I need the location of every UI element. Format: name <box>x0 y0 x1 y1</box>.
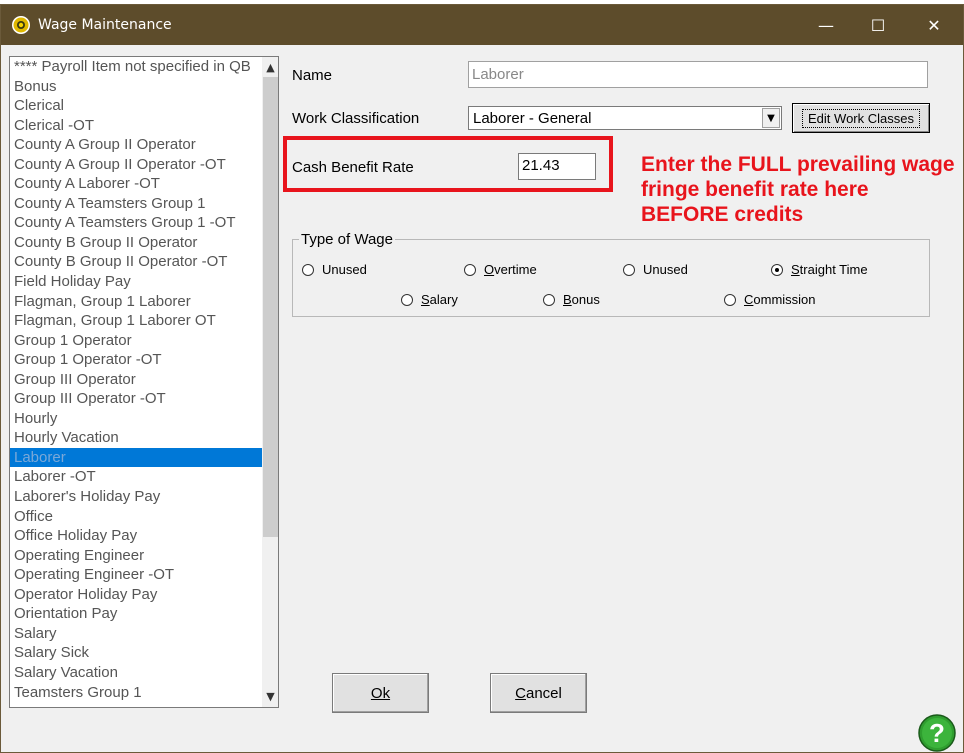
radio-circle <box>623 263 635 276</box>
radio-circle <box>724 293 736 306</box>
chevron-down-icon[interactable]: ▼ <box>762 108 780 128</box>
radio-label: Unused <box>322 262 367 277</box>
list-item[interactable]: Bonus <box>10 77 262 97</box>
list-item[interactable]: Salary Sick <box>10 643 262 663</box>
radio-overtime[interactable]: Overtime <box>464 262 537 277</box>
cash-benefit-rate-field[interactable]: 21.43 <box>518 153 596 180</box>
type-of-wage-group <box>292 239 930 317</box>
list-item[interactable]: **** Payroll Item not specified in QB <box>10 57 262 77</box>
list-item[interactable]: County A Laborer -OT <box>10 174 262 194</box>
list-item[interactable]: Group 1 Operator -OT <box>10 350 262 370</box>
radio-commission[interactable]: Commission <box>724 292 816 307</box>
payroll-item-list[interactable]: **** Payroll Item not specified in QB Bon… <box>9 56 279 708</box>
maximize-button[interactable]: ☐ <box>853 5 903 45</box>
radio-salary[interactable]: Salary <box>401 292 458 307</box>
window-title: Wage Maintenance <box>38 17 172 33</box>
list-item[interactable]: County A Teamsters Group 1 -OT <box>10 213 262 233</box>
radio-label: Unused <box>643 262 688 277</box>
list-item[interactable]: Salary <box>10 624 262 644</box>
edit-work-classes-label: Edit Work Classes <box>802 108 920 128</box>
list-item[interactable]: Field Holiday Pay <box>10 272 262 292</box>
help-question-icon[interactable]: ? <box>917 713 957 753</box>
scroll-up-icon[interactable]: ▲ <box>262 59 278 76</box>
list-item[interactable]: Laborer <box>10 447 262 468</box>
list-item[interactable]: Laborer's Holiday Pay <box>10 487 262 507</box>
list-item[interactable]: Hourly <box>10 409 262 429</box>
minimize-button[interactable]: — <box>801 5 851 45</box>
list-item[interactable]: Operating Engineer -OT <box>10 565 262 585</box>
radio-label: Salary <box>421 292 458 307</box>
list-item[interactable]: County A Group II Operator <box>10 135 262 155</box>
list-item[interactable]: Clerical -OT <box>10 116 262 136</box>
cash-benefit-rate-label: Cash Benefit Rate <box>292 159 414 176</box>
list-item[interactable]: Office Holiday Pay <box>10 526 262 546</box>
sun-icon <box>12 16 30 34</box>
list-item[interactable]: Group 1 Operator <box>10 331 262 351</box>
list-item[interactable]: Laborer -OT <box>10 467 262 487</box>
ok-button[interactable]: Ok <box>332 673 429 713</box>
radio-label: Bonus <box>563 292 600 307</box>
wage-maintenance-window: Wage Maintenance — ☐ ✕ **** Payroll Item… <box>0 4 964 753</box>
type-of-wage-title: Type of Wage <box>299 231 395 248</box>
list-item[interactable]: Group III Operator -OT <box>10 389 262 409</box>
list-items-container: **** Payroll Item not specified in QB Bon… <box>10 57 262 702</box>
svg-text:?: ? <box>929 718 945 748</box>
work-classification-label: Work Classification <box>292 110 420 127</box>
cancel-button[interactable]: Cancel <box>490 673 587 713</box>
radio-label: Straight Time <box>791 262 868 277</box>
name-field[interactable]: Laborer <box>468 61 928 88</box>
close-button[interactable]: ✕ <box>909 5 959 45</box>
cancel-label: Cancel <box>515 684 562 702</box>
list-item[interactable]: County B Group II Operator <box>10 233 262 253</box>
radio-circle <box>543 293 555 306</box>
radio-unused-2[interactable]: Unused <box>623 262 688 277</box>
radio-label: Overtime <box>484 262 537 277</box>
ok-label: Ok <box>370 684 391 702</box>
list-item[interactable]: County A Group II Operator -OT <box>10 155 262 175</box>
work-classification-value: Laborer - General <box>473 110 592 127</box>
radio-bonus[interactable]: Bonus <box>543 292 600 307</box>
list-item[interactable]: Office <box>10 507 262 527</box>
list-item[interactable]: Flagman, Group 1 Laborer OT <box>10 311 262 331</box>
list-item[interactable]: Salary Vacation <box>10 663 262 683</box>
radio-circle <box>401 293 413 306</box>
radio-circle <box>302 263 314 276</box>
title-bar[interactable]: Wage Maintenance — ☐ ✕ <box>1 5 963 45</box>
list-item[interactable]: Group III Operator <box>10 370 262 390</box>
list-item[interactable]: Clerical <box>10 96 262 116</box>
list-item[interactable]: Operating Engineer <box>10 546 262 566</box>
name-label: Name <box>292 67 333 84</box>
list-item[interactable]: Hourly Vacation <box>10 428 262 448</box>
edit-work-classes-button[interactable]: Edit Work Classes <box>792 103 930 133</box>
list-item[interactable]: County B Group II Operator -OT <box>10 252 262 272</box>
list-item[interactable]: Operator Holiday Pay <box>10 585 262 605</box>
scroll-down-icon[interactable]: ▼ <box>262 688 278 705</box>
list-item[interactable]: Orientation Pay <box>10 604 262 624</box>
list-item[interactable]: Teamsters Group 1 <box>10 683 262 703</box>
radio-straight-time[interactable]: Straight Time <box>771 262 868 277</box>
radio-unused-1[interactable]: Unused <box>302 262 367 277</box>
radio-circle <box>464 263 476 276</box>
list-item[interactable]: Flagman, Group 1 Laborer <box>10 292 262 312</box>
scroll-thumb[interactable] <box>263 77 278 537</box>
radio-circle-checked <box>771 263 783 276</box>
radio-label: Commission <box>744 292 816 307</box>
list-scrollbar[interactable]: ▲ ▼ <box>262 57 278 707</box>
annotation-text: Enter the FULL prevailing wage fringe be… <box>641 153 955 226</box>
work-classification-select[interactable]: Laborer - General ▼ <box>468 106 782 130</box>
list-item[interactable]: County A Teamsters Group 1 <box>10 194 262 214</box>
